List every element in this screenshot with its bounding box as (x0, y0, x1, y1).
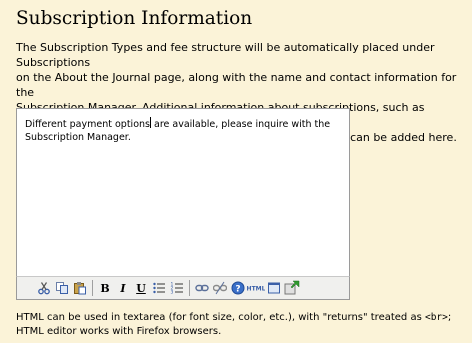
br-code: <br> (424, 312, 448, 323)
svg-text:?: ? (235, 285, 240, 295)
bold-icon[interactable]: B (96, 279, 114, 297)
svg-text:3: 3 (171, 290, 174, 296)
toolbar-separator (92, 280, 93, 296)
editor-toolbar: B I U 123 ? HTML (16, 276, 350, 300)
svg-text:HTML: HTML (247, 286, 265, 293)
toolbar-separator (189, 280, 190, 296)
numbered-list-icon[interactable]: 123 (168, 279, 186, 297)
help-icon[interactable]: ? (229, 279, 247, 297)
page-title: Subscription Information (16, 8, 253, 29)
bullet-list-icon[interactable] (150, 279, 168, 297)
underline-icon[interactable]: U (132, 279, 150, 297)
copy-icon[interactable] (53, 279, 71, 297)
editor-text-before-caret: Different payment options (25, 119, 150, 130)
help-text-part1: HTML can be used in textarea (for font s… (16, 312, 425, 323)
subscription-info-editor[interactable]: Different payment options are available,… (16, 108, 350, 300)
italic-icon[interactable]: I (114, 279, 132, 297)
insert-image-icon[interactable] (283, 279, 301, 297)
paste-icon[interactable] (71, 279, 89, 297)
unlink-icon[interactable] (211, 279, 229, 297)
editor-content[interactable]: Different payment options are available,… (25, 117, 343, 144)
cut-icon[interactable] (35, 279, 53, 297)
html-help-text: HTML can be used in textarea (for font s… (16, 311, 468, 339)
link-icon[interactable] (193, 279, 211, 297)
html-source-icon[interactable]: HTML (247, 279, 265, 297)
fullscreen-icon[interactable] (265, 279, 283, 297)
